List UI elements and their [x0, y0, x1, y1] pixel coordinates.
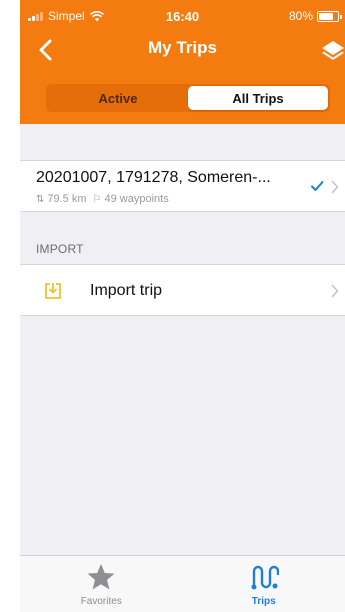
- tab-bar: Favorites Trips: [20, 555, 345, 612]
- checkmark-icon: [311, 181, 324, 191]
- chevron-right-icon: [331, 180, 339, 194]
- layers-icon[interactable]: [321, 38, 345, 62]
- trip-meta: ⇅ 79.5 km ⚐ 49 waypoints: [36, 193, 169, 205]
- status-right: 80%: [288, 9, 342, 23]
- tab-favorites[interactable]: Favorites: [20, 556, 183, 612]
- section-header-import: IMPORT: [36, 242, 84, 256]
- header: Simpel 16:40 80% My Trips Active All Tri…: [20, 0, 345, 124]
- flag-icon: ⚐: [92, 193, 102, 205]
- trip-name: 20201007, 1791278, Someren-...: [36, 169, 271, 186]
- battery-icon: [317, 10, 342, 22]
- trip-list-item[interactable]: 20201007, 1791278, Someren-... ⇅ 79.5 km…: [20, 160, 345, 212]
- import-trip-row[interactable]: Import trip: [20, 264, 345, 316]
- star-icon: [87, 564, 115, 590]
- tab-trips-label: Trips: [251, 596, 276, 607]
- trips-route-icon: [251, 565, 279, 590]
- import-trip-label: Import trip: [90, 282, 163, 299]
- trip-distance: 79.5 km: [47, 193, 87, 205]
- chevron-right-icon: [331, 284, 339, 298]
- trip-filter-segmented-control: Active All Trips: [46, 84, 330, 112]
- import-icon: [45, 283, 61, 299]
- tab-favorites-label: Favorites: [80, 596, 122, 607]
- segment-active[interactable]: Active: [48, 86, 188, 110]
- tab-trips[interactable]: Trips: [183, 556, 345, 612]
- status-bar: Simpel 16:40 80%: [20, 0, 345, 32]
- battery-percent: 80%: [288, 9, 313, 23]
- page-title: My Trips: [148, 38, 217, 57]
- route-distance-icon: ⇅: [36, 193, 45, 205]
- app-screen: Simpel 16:40 80% My Trips Active All Tri…: [20, 0, 345, 612]
- segment-all-trips[interactable]: All Trips: [188, 86, 328, 110]
- battery-level: [319, 12, 333, 20]
- trip-waypoints: 49 waypoints: [104, 193, 169, 205]
- navigation-bar: My Trips: [20, 32, 345, 68]
